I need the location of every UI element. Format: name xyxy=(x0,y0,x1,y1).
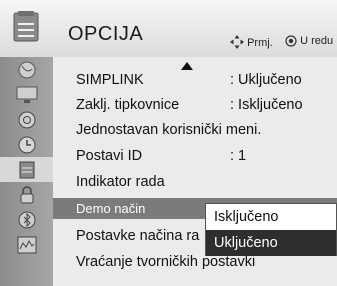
demo-mode-dropdown[interactable]: Isključeno Uključeno xyxy=(205,203,337,256)
hint-ok-label: U redu xyxy=(300,35,334,47)
ok-button-icon xyxy=(285,35,297,47)
menu-item-simple-menu[interactable]: Jednostavan korisnički meni. xyxy=(53,119,337,142)
monitor-icon[interactable] xyxy=(0,82,53,107)
hint-ok: U redu xyxy=(285,35,333,47)
dropdown-option-off[interactable]: Isključeno xyxy=(206,204,336,230)
clock-icon[interactable] xyxy=(0,132,53,157)
menu-item-power-indicator[interactable]: Indikator rada xyxy=(53,171,337,194)
hint-nav-label: Prmj. xyxy=(247,37,273,49)
menu-item-label: Postavi ID xyxy=(76,148,143,164)
options-icon[interactable] xyxy=(0,157,53,182)
menu-item-key-lock[interactable]: Zaklj. tipkovnice : Isključeno xyxy=(53,94,337,117)
lock-icon[interactable] xyxy=(0,182,53,207)
menu-item-value: : 1 xyxy=(230,148,247,164)
menu-item-value: : Isključeno xyxy=(230,97,303,113)
menu-item-label: Jednostavan korisnički meni. xyxy=(76,122,262,138)
sound-wave-icon[interactable] xyxy=(0,232,53,257)
menu-item-value: : Uključeno xyxy=(230,72,302,88)
menu-item-simplink[interactable]: SIMPLINK : Uključeno xyxy=(53,69,337,92)
menu-item-label: Zaklj. tipkovnice xyxy=(76,97,180,113)
satellite-dish-icon[interactable] xyxy=(0,57,53,82)
category-sidebar xyxy=(0,57,53,286)
menu-item-set-id[interactable]: Postavi ID : 1 xyxy=(53,145,337,168)
dropdown-option-on[interactable]: Uključeno xyxy=(206,230,336,256)
page-title: OPCIJA xyxy=(68,23,144,45)
menu-item-label: Demo način xyxy=(76,201,146,216)
bluetooth-icon[interactable] xyxy=(0,207,53,232)
menu-item-label: SIMPLINK xyxy=(76,72,144,88)
dpad-icon xyxy=(230,35,244,49)
menu-item-label: Postavke načina ra xyxy=(76,228,200,244)
options-icon xyxy=(10,10,42,44)
menu-item-label: Indikator rada xyxy=(76,174,165,190)
menu-header: OPCIJA Prmj. U redu xyxy=(0,0,337,57)
speaker-icon[interactable] xyxy=(0,107,53,132)
hint-navigate: Prmj. xyxy=(230,35,273,49)
